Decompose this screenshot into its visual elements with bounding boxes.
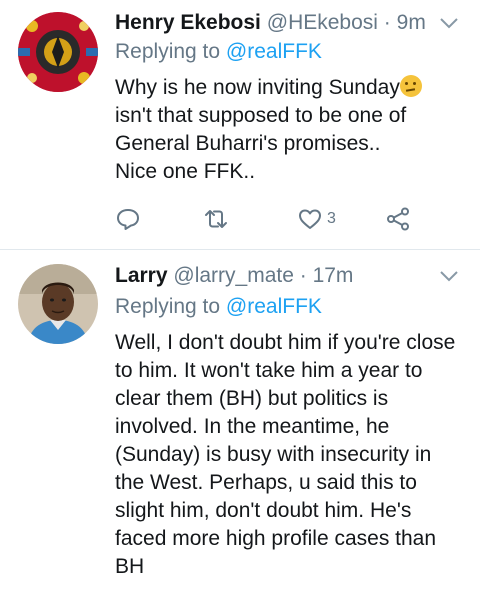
tweet-header: Henry Ekebosi @HEkebosi · 9m: [115, 10, 426, 36]
like-count: 3: [327, 210, 336, 227]
separator: ·: [299, 264, 307, 287]
reply-icon: [117, 209, 139, 230]
tweet-text-body: Well, I don't doubt him if you're close …: [115, 331, 456, 578]
replying-to-label: Replying to: [115, 40, 226, 63]
share-icon: [387, 207, 409, 231]
reply-button[interactable]: [115, 204, 141, 234]
display-name[interactable]: Henry Ekebosi: [115, 11, 261, 34]
replying-to-mention[interactable]: @realFFK: [226, 295, 322, 318]
retweet-button[interactable]: [203, 204, 229, 234]
display-name[interactable]: Larry: [115, 264, 168, 287]
thinking-face-icon: [399, 75, 422, 97]
separator: ·: [383, 11, 391, 34]
tweet-actions: 3: [115, 204, 435, 234]
like-button[interactable]: 3: [297, 204, 336, 234]
tweet-text: Well, I don't doubt him if you're close …: [115, 329, 465, 581]
share-button[interactable]: [385, 204, 411, 234]
tweet[interactable]: Henry Ekebosi @HEkebosi · 9m Replying to…: [0, 0, 480, 250]
chevron-down-icon[interactable]: [438, 265, 460, 287]
replying-to: Replying to @realFFK: [115, 294, 322, 320]
tweet[interactable]: Larry @larry_mate · 17m Replying to @rea…: [0, 250, 480, 605]
avatar[interactable]: [18, 12, 98, 92]
chevron-down-icon[interactable]: [438, 12, 460, 34]
user-handle[interactable]: @larry_mate: [173, 264, 294, 287]
tweet-header: Larry @larry_mate · 17m: [115, 263, 353, 289]
replying-to-mention[interactable]: @realFFK: [226, 40, 322, 63]
timestamp[interactable]: 17m: [313, 264, 354, 287]
replying-to: Replying to @realFFK: [115, 39, 322, 65]
user-handle[interactable]: @HEkebosi: [267, 11, 378, 34]
replying-to-label: Replying to: [115, 295, 226, 318]
timestamp[interactable]: 9m: [397, 11, 426, 34]
avatar[interactable]: [18, 264, 98, 344]
retweet-icon: [205, 210, 227, 228]
tweet-text-line: Why is he now inviting Sunday: [115, 76, 400, 99]
like-icon: [299, 209, 321, 229]
tweet-text-rest: isn't that supposed to be one of General…: [115, 104, 407, 183]
tweet-text: Why is he now inviting Sunday isn't that…: [115, 74, 465, 186]
